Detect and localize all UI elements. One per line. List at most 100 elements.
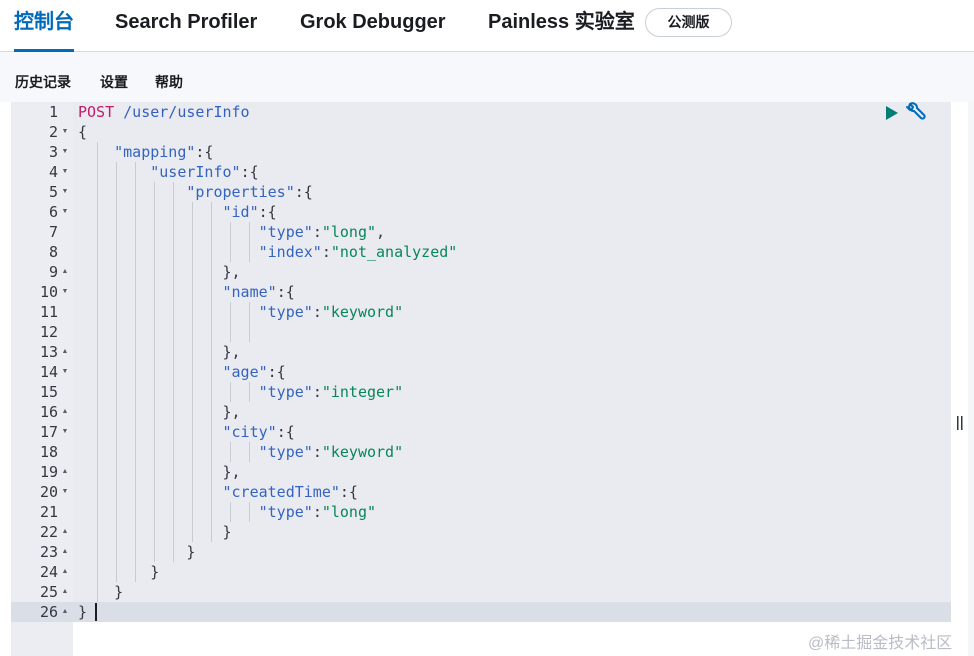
line-number: 24 <box>39 563 58 581</box>
json-key: "city" <box>222 423 277 441</box>
play-icon[interactable] <box>883 105 901 121</box>
menu-help[interactable]: 帮助 <box>155 72 183 92</box>
code-line: } <box>78 543 196 561</box>
fold-toggle-icon[interactable]: ▼ <box>60 182 70 202</box>
fold-toggle-icon[interactable]: ▲ <box>60 582 70 602</box>
json-value: "keyword" <box>321 443 404 461</box>
line-number: 25 <box>39 583 58 601</box>
fold-toggle-icon[interactable]: ▲ <box>60 462 70 482</box>
code-line: "age":{ <box>222 363 286 381</box>
active-line-highlight <box>11 602 951 622</box>
json-value: "keyword" <box>321 303 404 321</box>
fold-toggle-icon[interactable]: ▼ <box>60 422 70 442</box>
line-number: 16 <box>39 403 58 421</box>
code-line: }, <box>78 343 241 361</box>
line-number: 22 <box>39 523 58 541</box>
json-key: "userInfo" <box>150 163 241 181</box>
fold-toggle-icon[interactable]: ▲ <box>60 542 70 562</box>
json-key: "type" <box>258 443 313 461</box>
console-menu-bar: 历史记录 设置 帮助 <box>0 52 974 102</box>
menu-history[interactable]: 历史记录 <box>15 72 71 92</box>
code-line: "type":"keyword" <box>258 443 404 461</box>
code-line: } <box>78 583 124 601</box>
json-key: "type" <box>258 223 313 241</box>
fold-toggle-icon[interactable]: ▲ <box>60 522 70 542</box>
fold-toggle-icon[interactable]: ▼ <box>60 162 70 182</box>
line-number: 5 <box>48 183 58 201</box>
fold-toggle-icon[interactable]: ▼ <box>60 142 70 162</box>
fold-toggle-icon[interactable]: ▼ <box>60 122 70 142</box>
code-line: "type":"integer" <box>258 383 404 401</box>
json-key: "type" <box>258 383 313 401</box>
line-number: 14 <box>39 363 58 381</box>
line-number: 2 <box>48 123 58 141</box>
line-number: 20 <box>39 483 58 501</box>
fold-toggle-icon[interactable]: ▲ <box>60 562 70 582</box>
code-line: "type":"long" <box>258 503 377 521</box>
line-number: 8 <box>48 243 58 261</box>
line-number: 6 <box>48 203 58 221</box>
line-number: 12 <box>39 323 58 341</box>
code-line: }, <box>78 403 241 421</box>
fold-toggle-icon[interactable]: ▼ <box>60 482 70 502</box>
json-key: "id" <box>222 203 259 221</box>
code-line: } <box>78 523 232 541</box>
fold-toggle-icon[interactable]: ▲ <box>60 602 70 622</box>
json-key: "name" <box>222 283 277 301</box>
fold-toggle-icon[interactable]: ▼ <box>60 362 70 382</box>
line-number: 3 <box>48 143 58 161</box>
json-key: "type" <box>258 303 313 321</box>
top-tab-bar: 控制台 Search Profiler Grok Debugger Painle… <box>0 0 974 52</box>
code-line: "index":"not_analyzed" <box>258 243 458 261</box>
code-line: { <box>78 123 88 141</box>
json-key: "mapping" <box>114 143 196 161</box>
line-number: 1 <box>48 103 58 121</box>
json-key: "age" <box>222 363 268 381</box>
fold-toggle-icon[interactable]: ▼ <box>60 202 70 222</box>
code-line: "type":"long", <box>258 223 386 241</box>
fold-toggle-icon[interactable]: ▲ <box>60 262 70 282</box>
line-number: 7 <box>48 223 58 241</box>
line-number: 18 <box>39 443 58 461</box>
watermark: @稀土掘金技术社区 <box>808 635 953 652</box>
tab-grok-debugger[interactable]: Grok Debugger <box>300 0 446 52</box>
request-editor[interactable]: 1 2 3 4 5 6 7 8 9 10 11 12 13 14 15 16 1… <box>11 102 951 656</box>
json-key: "index" <box>258 243 322 261</box>
wrench-icon[interactable] <box>904 102 926 124</box>
json-key: "createdTime" <box>222 483 340 501</box>
fold-toggle-icon[interactable]: ▲ <box>60 402 70 422</box>
fold-toggle-icon[interactable]: ▲ <box>60 342 70 362</box>
line-number: 10 <box>39 283 58 301</box>
line-number: 11 <box>39 303 58 321</box>
code-line: POST /user/userInfo <box>78 102 250 122</box>
code-line: } <box>78 563 160 581</box>
line-number: 4 <box>48 163 58 181</box>
menu-settings[interactable]: 设置 <box>100 72 128 92</box>
beta-badge: 公测版 <box>645 8 732 37</box>
line-number: 15 <box>39 383 58 401</box>
text-cursor <box>95 603 97 621</box>
code-line: "userInfo":{ <box>150 163 259 181</box>
tab-console[interactable]: 控制台 <box>14 0 74 52</box>
request-path: /user/userInfo <box>123 103 250 121</box>
fold-toggle-icon[interactable]: ▼ <box>60 282 70 302</box>
json-value: "not_analyzed" <box>330 243 458 261</box>
line-number: 17 <box>39 423 58 441</box>
line-number: 9 <box>48 263 58 281</box>
tab-painless-lab[interactable]: Painless 实验室 <box>488 0 635 52</box>
json-value: "long" <box>321 503 377 521</box>
json-value: "long" <box>321 223 377 241</box>
line-number: 26 <box>39 603 58 621</box>
panel-divider <box>968 102 974 656</box>
json-value: "integer" <box>321 383 404 401</box>
line-number: 21 <box>39 503 58 521</box>
code-line: }, <box>78 463 241 481</box>
line-number: 19 <box>39 463 58 481</box>
json-key: "properties" <box>186 183 295 201</box>
line-number: 23 <box>39 543 58 561</box>
tab-search-profiler[interactable]: Search Profiler <box>115 0 257 52</box>
resize-handle-icon[interactable] <box>956 415 964 431</box>
json-key: "type" <box>258 503 313 521</box>
line-number: 13 <box>39 343 58 361</box>
code-line: "name":{ <box>222 283 295 301</box>
